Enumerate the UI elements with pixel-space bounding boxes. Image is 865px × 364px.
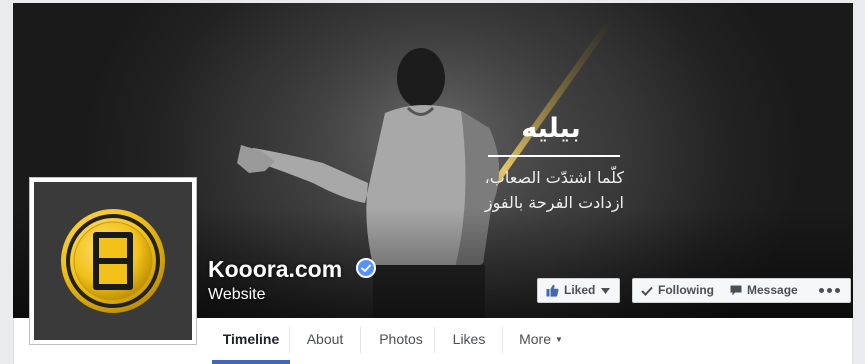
following-label: Following (658, 283, 714, 297)
tab-more[interactable]: More ▼ (503, 318, 579, 360)
verified-badge-icon (356, 258, 376, 278)
tab-photos[interactable]: Photos (361, 318, 441, 360)
caret-down-icon: ▼ (554, 335, 563, 344)
tab-more-label: More (519, 331, 551, 347)
cover-caption-line-2: ازدادت الفرحة بالفوز (484, 193, 624, 212)
profile-picture-image (34, 182, 192, 340)
profile-picture[interactable] (29, 177, 197, 345)
tab-timeline[interactable]: Timeline (200, 318, 302, 360)
page-category: Website (208, 286, 266, 303)
cover-title-underline (488, 155, 620, 157)
more-options-button[interactable] (809, 278, 851, 303)
chevron-down-icon (601, 287, 611, 294)
more-dots-icon (818, 288, 842, 293)
page-name[interactable]: Kooora.com (208, 256, 342, 283)
tab-about[interactable]: About (290, 318, 360, 360)
message-icon (730, 285, 742, 296)
tab-likes[interactable]: Likes (435, 318, 503, 360)
cover-caption-line-1: كلّما اشتدّت الصعاب، (484, 168, 624, 187)
tab-active-indicator (212, 360, 290, 364)
like-thumb-icon (546, 284, 559, 297)
message-button[interactable]: Message (722, 278, 810, 303)
page-background (853, 0, 865, 364)
cover-title: بيليه (521, 113, 581, 144)
liked-button[interactable]: Liked (537, 278, 620, 303)
message-label: Message (747, 283, 798, 297)
kooora-logo-icon (61, 209, 165, 313)
checkmark-icon (641, 286, 653, 296)
following-button[interactable]: Following (632, 278, 723, 303)
liked-label: Liked (564, 283, 596, 297)
